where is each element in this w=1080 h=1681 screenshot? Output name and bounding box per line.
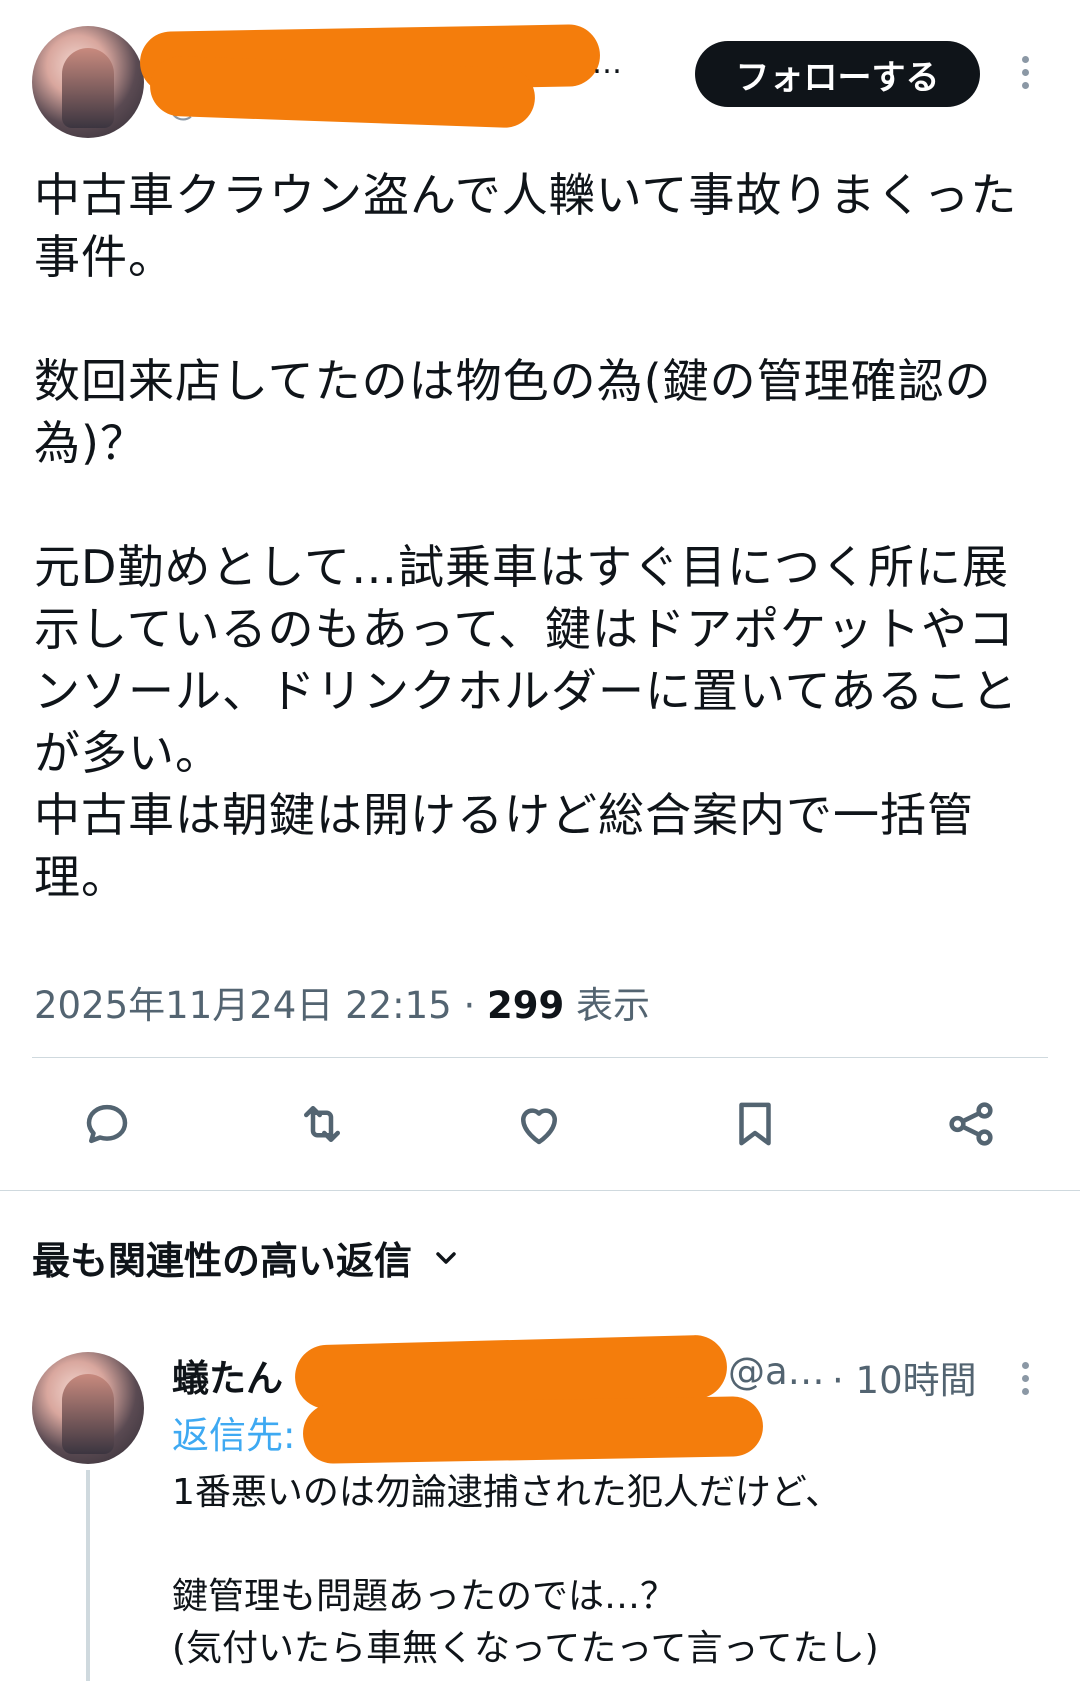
heart-icon[interactable] bbox=[509, 1094, 569, 1154]
tweet-meta: 2025年11月24日 22:15 · 299 表示 bbox=[34, 975, 650, 1029]
thread-line bbox=[86, 1470, 90, 1681]
reply-sort-label: 最も関連性の高い返信 bbox=[32, 1239, 413, 1283]
reply-text: 1番悪いのは勿論逮捕された犯人だけど、 鍵管理も問題あったのでは…？ (気付いた… bbox=[172, 1472, 879, 1669]
reply-avatar[interactable] bbox=[32, 1352, 144, 1464]
redacted-reply-to bbox=[302, 1395, 764, 1465]
tweet-timestamp[interactable]: 2025年11月24日 22:15 bbox=[34, 984, 452, 1027]
author-avatar[interactable] bbox=[32, 26, 144, 138]
meta-separator: · bbox=[463, 984, 476, 1027]
reply-to-label: 返信先: bbox=[172, 1414, 296, 1457]
meta-divider bbox=[32, 1057, 1048, 1058]
reply-time[interactable]: · 10時間 bbox=[832, 1350, 977, 1404]
reply-sort-selector[interactable]: 最も関連性の高い返信 bbox=[32, 1230, 462, 1285]
follow-button[interactable]: フォローする bbox=[695, 41, 980, 107]
reply-more-options-icon[interactable] bbox=[1019, 1362, 1031, 1395]
bookmark-icon[interactable] bbox=[725, 1094, 785, 1154]
redacted-author-handle bbox=[149, 55, 536, 129]
section-divider bbox=[0, 1190, 1080, 1191]
author-name-ellipsis: … bbox=[592, 46, 622, 81]
reply-icon[interactable] bbox=[77, 1094, 137, 1154]
retweet-icon[interactable] bbox=[292, 1094, 352, 1154]
reply-author-name[interactable]: 蟻たん bbox=[172, 1348, 283, 1402]
views-label: 表示 bbox=[576, 984, 651, 1027]
more-options-icon[interactable] bbox=[1019, 56, 1031, 89]
share-icon[interactable] bbox=[941, 1094, 1001, 1154]
views-count: 299 bbox=[487, 984, 565, 1027]
reply-author-handle: @a… bbox=[728, 1350, 825, 1393]
avatar-figure bbox=[62, 1374, 114, 1454]
avatar-figure bbox=[62, 48, 114, 128]
tweet-text: 中古車クラウン盗んで人轢いて事故りまくった事件。 数回来店してたのは物色の為(鍵… bbox=[34, 168, 1019, 904]
chevron-down-icon bbox=[436, 1251, 456, 1264]
